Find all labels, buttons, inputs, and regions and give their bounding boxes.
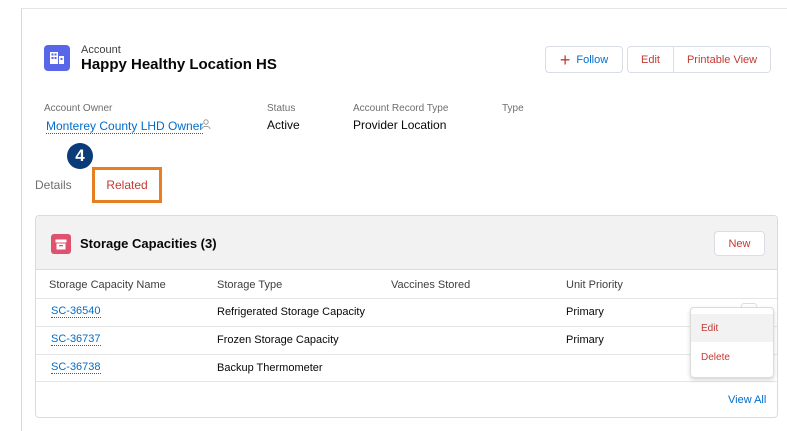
column-header-name[interactable]: Storage Capacity Name bbox=[49, 279, 166, 291]
follow-button[interactable]: + Follow bbox=[545, 46, 623, 73]
record-type-value: Provider Location bbox=[353, 118, 447, 132]
storage-type-cell: Backup Thermometer bbox=[217, 362, 323, 374]
storage-capacity-icon bbox=[51, 234, 71, 254]
storage-capacity-name-link[interactable]: SC-36738 bbox=[51, 361, 101, 374]
storage-capacity-name-link[interactable]: SC-36737 bbox=[51, 333, 101, 346]
tab-related-label: Related bbox=[106, 178, 148, 192]
printable-view-button[interactable]: Printable View bbox=[672, 47, 771, 72]
column-header-storage-type[interactable]: Storage Type bbox=[217, 279, 282, 291]
edit-button[interactable]: Edit bbox=[628, 47, 673, 72]
menu-item-delete[interactable]: Delete bbox=[691, 343, 773, 371]
follow-label: Follow bbox=[576, 53, 609, 66]
step-number-badge: 4 bbox=[67, 143, 93, 169]
column-header-vaccines-stored[interactable]: Vaccines Stored bbox=[391, 279, 470, 291]
account-owner-label: Account Owner bbox=[44, 103, 113, 114]
row-divider bbox=[36, 354, 777, 355]
plus-icon: + bbox=[559, 49, 571, 70]
unit-priority-cell: Primary bbox=[566, 334, 604, 346]
record-type-label: Account Record Type bbox=[353, 103, 449, 114]
type-label: Type bbox=[502, 103, 524, 114]
status-label: Status bbox=[267, 103, 296, 114]
new-button[interactable]: New bbox=[714, 231, 765, 256]
row-actions-dropdown: Edit Delete bbox=[690, 307, 774, 378]
unit-priority-cell: Primary bbox=[566, 306, 604, 318]
storage-type-cell: Frozen Storage Capacity bbox=[217, 334, 339, 346]
row-divider bbox=[36, 298, 777, 299]
related-list-title[interactable]: Storage Capacities (3) bbox=[80, 236, 217, 251]
row-divider bbox=[36, 326, 777, 327]
menu-item-edit[interactable]: Edit bbox=[691, 314, 773, 342]
account-owner-link[interactable]: Monterey County LHD Owner bbox=[46, 119, 204, 134]
tab-details[interactable]: Details bbox=[35, 178, 72, 192]
tab-related[interactable]: Related bbox=[92, 167, 162, 203]
related-list-header: Storage Capacities (3) New bbox=[36, 216, 777, 270]
row-divider bbox=[36, 381, 777, 382]
status-value: Active bbox=[267, 118, 300, 132]
header-button-group: Edit Printable View bbox=[627, 46, 772, 73]
account-icon bbox=[44, 45, 70, 71]
change-owner-icon[interactable] bbox=[201, 119, 212, 133]
record-title: Happy Healthy Location HS bbox=[81, 56, 277, 73]
view-all-link[interactable]: View All bbox=[728, 394, 766, 406]
column-header-unit-priority[interactable]: Unit Priority bbox=[566, 279, 623, 291]
storage-type-cell: Refrigerated Storage Capacity bbox=[217, 306, 365, 318]
storage-capacity-name-link[interactable]: SC-36540 bbox=[51, 305, 101, 318]
related-list-card: Storage Capacities (3) New Storage Capac… bbox=[35, 215, 778, 418]
record-object-type: Account bbox=[81, 44, 121, 56]
